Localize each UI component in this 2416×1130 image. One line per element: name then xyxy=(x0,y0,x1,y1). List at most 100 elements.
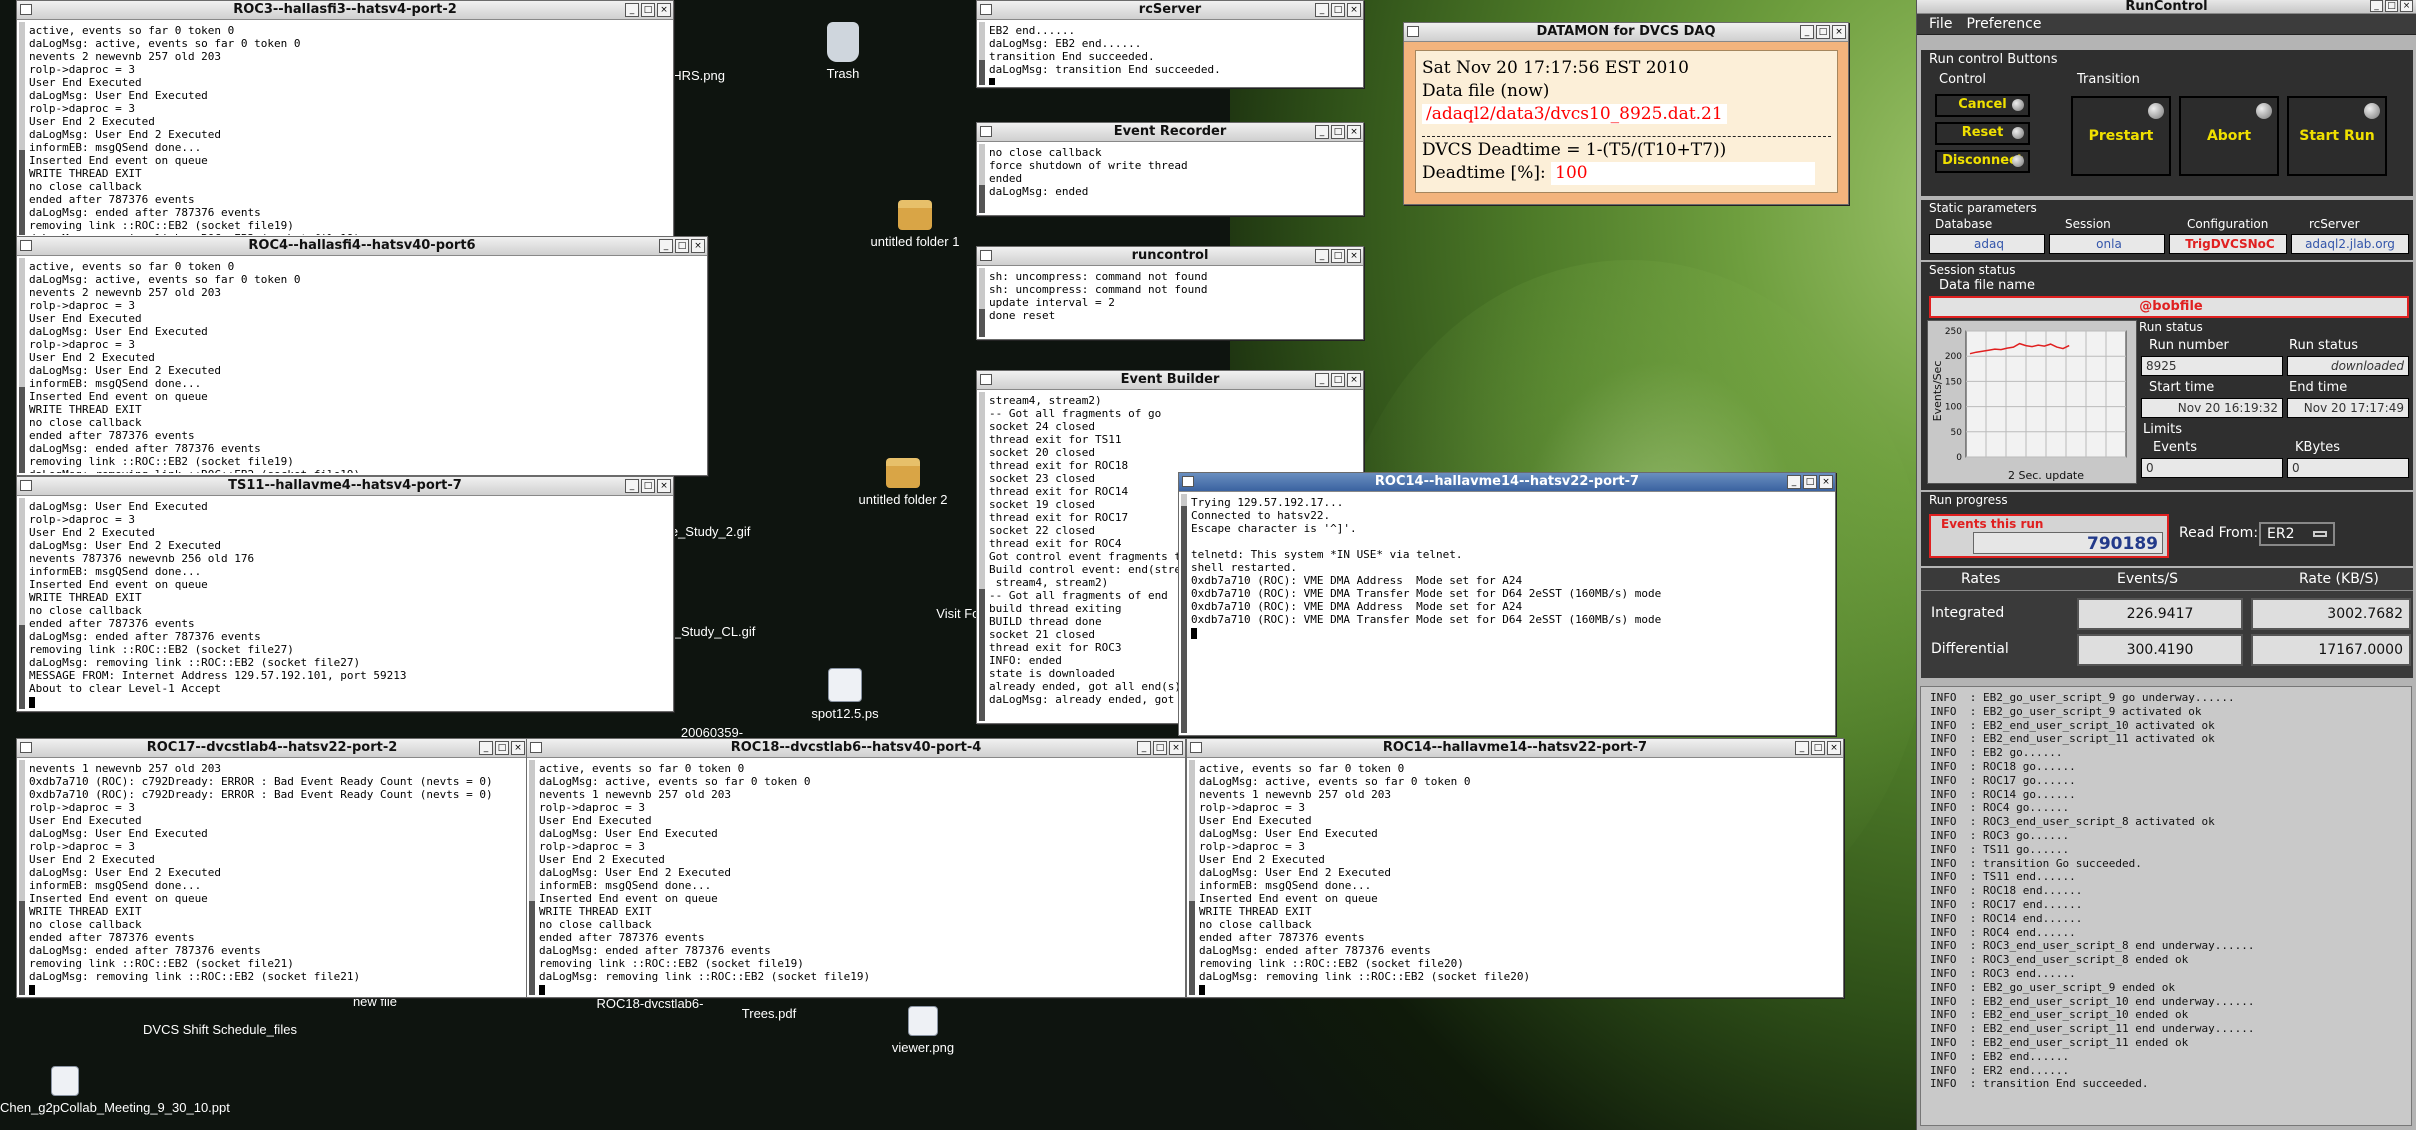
desktop-icon-untitled-folder-2[interactable]: untitled folder 2 xyxy=(848,458,958,507)
terminal-output[interactable]: Trying 129.57.192.17... Connected to hats… xyxy=(1187,494,1833,733)
window-menu-icon[interactable] xyxy=(980,4,992,15)
reset-button[interactable]: Reset xyxy=(1935,122,2030,145)
window-menu-icon[interactable] xyxy=(20,4,32,15)
rcserver-window[interactable]: rcServer _ □ × EB2 end...... daLogMsg: EB2 e… xyxy=(976,0,1364,88)
minimize-icon[interactable]: _ xyxy=(659,239,673,253)
terminal-output[interactable]: active, events so far 0 token 0 daLogMsg:… xyxy=(25,22,671,235)
maximize-icon[interactable]: □ xyxy=(1331,249,1345,263)
abort-button[interactable]: Abort xyxy=(2179,96,2279,176)
start-run-button[interactable]: Start Run xyxy=(2287,96,2387,176)
terminal-output[interactable]: active, events so far 0 token 0 daLogMsg:… xyxy=(25,258,705,473)
roc14-telnet-window[interactable]: ROC14--hallavme14--hatsv22-port-7 _ □ × Try… xyxy=(1178,472,1836,736)
roc17-window[interactable]: ROC17--dvcstlab4--hatsv22-port-2 _ □ × neve… xyxy=(16,738,528,998)
minimize-icon[interactable]: _ xyxy=(1137,741,1151,755)
desktop-icon-chen-ppt[interactable]: Chen_g2pCollab_Meeting_9_30_10.ppt xyxy=(0,1066,230,1115)
menu-preference[interactable]: Preference xyxy=(1966,16,2041,32)
window-menu-icon[interactable] xyxy=(1407,26,1419,37)
minimize-icon[interactable]: _ xyxy=(1315,3,1329,17)
terminal-output[interactable]: no close callback force shutdown of write… xyxy=(985,144,1361,213)
window-menu-icon[interactable] xyxy=(20,240,32,251)
roc18-titlebar[interactable]: ROC18--dvcstlab6--hatsv40-port-4 _ □ × xyxy=(527,739,1185,758)
minimize-icon[interactable]: _ xyxy=(1787,475,1801,489)
desktop-icon-spot-ps[interactable]: spot12.5.ps xyxy=(790,668,900,721)
roc17-titlebar[interactable]: ROC17--dvcstlab4--hatsv22-port-2 _ □ × xyxy=(17,739,527,758)
maximize-icon[interactable]: □ xyxy=(1153,741,1167,755)
menu-file[interactable]: File xyxy=(1929,16,1952,32)
maximize-icon[interactable]: □ xyxy=(1331,125,1345,139)
minimize-icon[interactable]: _ xyxy=(1800,25,1814,39)
close-icon[interactable]: × xyxy=(1347,3,1361,17)
window-menu-icon[interactable] xyxy=(1190,742,1202,753)
event-builder-titlebar[interactable]: Event Builder _ □ × xyxy=(977,371,1363,390)
roc4-titlebar[interactable]: ROC4--hallasfi4--hatsv40-port6 _ □ × xyxy=(17,237,707,256)
maximize-icon[interactable]: □ xyxy=(1811,741,1825,755)
maximize-icon[interactable]: □ xyxy=(1816,25,1830,39)
prestart-button[interactable]: Prestart xyxy=(2071,96,2171,176)
minimize-icon[interactable]: _ xyxy=(1315,125,1329,139)
close-icon[interactable]: × xyxy=(1347,249,1361,263)
terminal-output[interactable]: active, events so far 0 token 0 daLogMsg:… xyxy=(1195,760,1841,995)
window-menu-icon[interactable] xyxy=(20,480,32,491)
runcontrol-terminal-titlebar[interactable]: runcontrol _ □ × xyxy=(977,247,1363,266)
maximize-icon[interactable]: □ xyxy=(675,239,689,253)
close-icon[interactable]: × xyxy=(1347,125,1361,139)
terminal-output[interactable]: sh: uncompress: command not found sh: unc… xyxy=(985,268,1361,337)
event-recorder-window[interactable]: Event Recorder _ □ × no close callback force… xyxy=(976,122,1364,216)
maximize-icon[interactable]: □ xyxy=(495,741,509,755)
datamon-window[interactable]: DATAMON for DVCS DAQ _ □ × Sat Nov 20 17:17… xyxy=(1403,22,1849,205)
runcontrol-terminal-window[interactable]: runcontrol _ □ × sh: uncompress: command no… xyxy=(976,246,1364,340)
kbytes-limit-field[interactable]: 0 xyxy=(2287,458,2409,478)
close-icon[interactable]: × xyxy=(511,741,525,755)
maximize-icon[interactable]: □ xyxy=(1331,3,1345,17)
maximize-icon[interactable]: □ xyxy=(1331,373,1345,387)
desktop-icon-roc18[interactable]: ROC18-dvcstlab6- xyxy=(580,996,720,1011)
ts11-window[interactable]: TS11--hallavme4--hatsv4-port-7 _ □ × daLogM… xyxy=(16,476,674,712)
terminal-output[interactable]: EB2 end...... daLogMsg: EB2 end...... tran… xyxy=(985,22,1361,85)
cancel-button[interactable]: Cancel xyxy=(1935,94,2030,117)
roc18-window[interactable]: ROC18--dvcstlab6--hatsv40-port-4 _ □ × acti… xyxy=(526,738,1186,998)
roc3-titlebar[interactable]: ROC3--hallasfi3--hatsv4-port-2 _ □ × xyxy=(17,1,673,20)
close-icon[interactable]: × xyxy=(1832,25,1846,39)
rcserver-titlebar[interactable]: rcServer _ □ × xyxy=(977,1,1363,20)
ts11-titlebar[interactable]: TS11--hallavme4--hatsv4-port-7 _ □ × xyxy=(17,477,673,496)
maximize-icon[interactable]: □ xyxy=(641,479,655,493)
maximize-icon[interactable]: □ xyxy=(641,3,655,17)
maximize-icon[interactable]: □ xyxy=(2385,0,2398,12)
window-menu-icon[interactable] xyxy=(1182,476,1194,487)
window-menu-icon[interactable] xyxy=(980,250,992,261)
minimize-icon[interactable]: _ xyxy=(1315,249,1329,263)
close-icon[interactable]: × xyxy=(691,239,705,253)
desktop-icon-trash[interactable]: Trash xyxy=(788,22,898,81)
desktop-icon-viewer[interactable]: viewer.png xyxy=(868,1006,978,1055)
minimize-icon[interactable]: _ xyxy=(479,741,493,755)
window-menu-icon[interactable] xyxy=(20,742,32,753)
window-menu-icon[interactable] xyxy=(980,374,992,385)
minimize-icon[interactable]: _ xyxy=(625,479,639,493)
events-limit-field[interactable]: 0 xyxy=(2141,458,2283,478)
minimize-icon[interactable]: _ xyxy=(625,3,639,17)
close-icon[interactable]: × xyxy=(1169,741,1183,755)
maximize-icon[interactable]: □ xyxy=(1803,475,1817,489)
close-icon[interactable]: × xyxy=(657,479,671,493)
minimize-icon[interactable]: _ xyxy=(1795,741,1809,755)
desktop-icon-shift-schedule[interactable]: DVCS Shift Schedule_files xyxy=(140,1022,300,1037)
window-menu-icon[interactable] xyxy=(530,742,542,753)
terminal-output[interactable]: nevents 1 newevnb 257 old 203 0xdb7a710 (… xyxy=(25,760,525,995)
runcontrol-log[interactable]: INFO : EB2_go_user_script_9 go underway.… xyxy=(1920,686,2412,1126)
roc4-window[interactable]: ROC4--hallasfi4--hatsv40-port6 _ □ × active… xyxy=(16,236,708,476)
datamon-titlebar[interactable]: DATAMON for DVCS DAQ _ □ × xyxy=(1404,23,1848,42)
event-recorder-titlebar[interactable]: Event Recorder _ □ × xyxy=(977,123,1363,142)
close-icon[interactable]: × xyxy=(657,3,671,17)
close-icon[interactable]: × xyxy=(1819,475,1833,489)
desktop-icon-untitled-folder-1[interactable]: untitled folder 1 xyxy=(860,200,970,249)
read-from-select[interactable]: ER2 xyxy=(2259,522,2335,546)
desktop-icon-trees-pdf[interactable]: Trees.pdf xyxy=(724,1006,814,1021)
close-icon[interactable]: × xyxy=(1347,373,1361,387)
roc3-window[interactable]: ROC3--hallasfi3--hatsv4-port-2 _ □ × active… xyxy=(16,0,674,238)
close-icon[interactable]: × xyxy=(2400,0,2413,12)
roc14-window[interactable]: ROC14--hallavme14--hatsv22-port-7 _ □ × act… xyxy=(1186,738,1844,998)
runcontrol-titlebar[interactable]: RunControl _ □ × xyxy=(1917,0,2416,14)
terminal-output[interactable]: active, events so far 0 token 0 daLogMsg:… xyxy=(535,760,1183,995)
disconnect-button[interactable]: Disconnect xyxy=(1935,150,2030,173)
minimize-icon[interactable]: _ xyxy=(1315,373,1329,387)
